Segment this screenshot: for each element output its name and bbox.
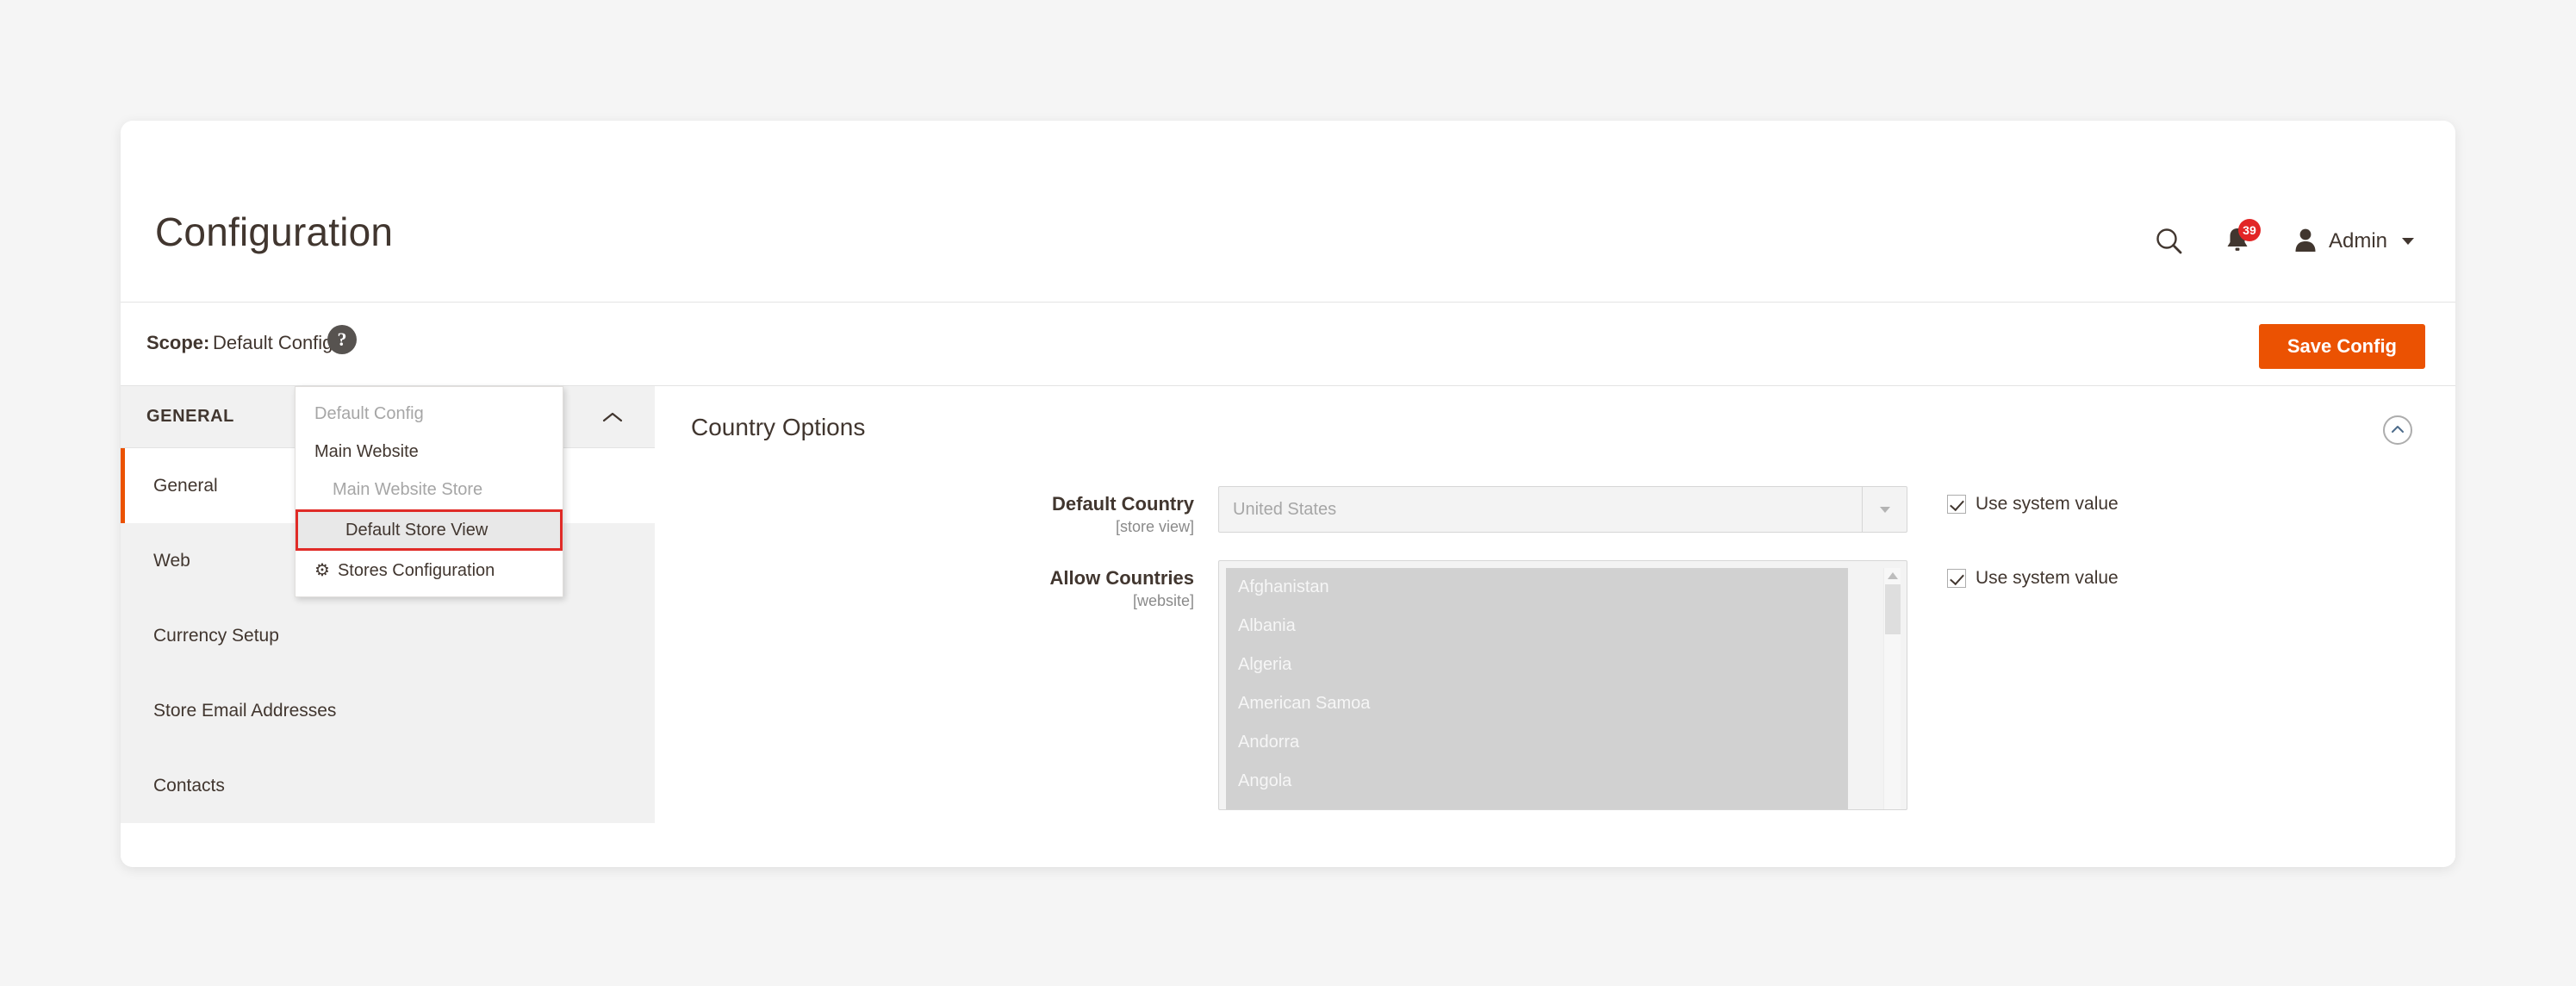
scroll-up-arrow-icon[interactable] (1887, 572, 1898, 579)
scope-bar: Scope: Default Config ? Save Config (121, 302, 2455, 386)
list-item[interactable]: Angola (1226, 762, 1848, 801)
chevron-up-circle-icon[interactable] (2383, 415, 2412, 445)
use-system-value-label: Use system value (1976, 568, 2119, 588)
field-control-allow-countries: Afghanistan Albania Algeria American Sam… (1218, 560, 1907, 810)
field-label-text: Allow Countries (1049, 567, 1194, 589)
sidebar-item-label: General (153, 475, 218, 496)
scope-option-main-website[interactable]: Main Website (296, 433, 563, 471)
sidebar-item-label: Web (153, 550, 190, 571)
default-country-select[interactable]: United States (1218, 486, 1907, 533)
field-scope-hint: [website] (1132, 592, 1194, 609)
chevron-down-icon (2402, 238, 2414, 245)
notification-count-badge: 39 (2237, 219, 2261, 241)
scope-help-icon[interactable]: ? (327, 325, 357, 354)
page-header: Configuration 39 Admin (121, 121, 2455, 302)
config-content: Country Options Default Country [store v… (655, 386, 2455, 867)
allow-countries-multiselect[interactable]: Afghanistan Albania Algeria American Sam… (1218, 560, 1907, 810)
field-row-default-country: Default Country [store view] United Stat… (655, 486, 2455, 536)
field-scope-hint: [store view] (1115, 518, 1194, 535)
gear-icon: ⚙ (314, 561, 330, 580)
sidebar-item-label: Contacts (153, 775, 225, 796)
sidebar-item-contacts[interactable]: Contacts (121, 748, 655, 823)
field-label-default-country: Default Country [store view] (691, 486, 1218, 536)
scope-option-default-store-view[interactable]: Default Store View (296, 509, 563, 551)
field-label-allow-countries: Allow Countries [website] (691, 560, 1218, 610)
user-avatar-icon (2293, 227, 2318, 257)
use-system-value-label: Use system value (1976, 494, 2119, 514)
search-icon[interactable] (2154, 226, 2185, 257)
field-label-text: Default Country (1052, 493, 1194, 515)
scope-label: Scope: (146, 332, 210, 353)
scope-current-value: Default Config (213, 332, 333, 353)
notifications-bell-icon[interactable]: 39 (2224, 219, 2261, 257)
sidebar-item-store-email-addresses[interactable]: Store Email Addresses (121, 673, 655, 748)
stores-configuration-link[interactable]: ⚙ Stores Configuration (296, 552, 563, 590)
chevron-down-icon (1862, 487, 1907, 532)
header-tools: 39 Admin (2154, 219, 2414, 257)
admin-panel-card: Configuration 39 Admin Scope: Default Co… (121, 121, 2455, 867)
use-system-value-checkbox[interactable] (1947, 495, 1966, 514)
content-header: Country Options (655, 414, 2455, 445)
default-country-value: United States (1233, 499, 1337, 519)
list-item[interactable]: Afghanistan (1226, 568, 1848, 607)
admin-user-menu[interactable]: Admin (2293, 227, 2414, 257)
use-system-value-checkbox[interactable] (1947, 569, 1966, 588)
list-item[interactable]: Anguilla (1226, 801, 1848, 809)
admin-user-name: Admin (2328, 229, 2387, 253)
use-system-value-allow-countries[interactable]: Use system value (1947, 560, 2119, 589)
list-item[interactable]: Albania (1226, 607, 1848, 646)
field-control-default-country: United States (1218, 486, 1907, 533)
scope-dropdown-menu: Default Config Main Website Main Website… (295, 386, 563, 597)
scope-option-main-website-store: Main Website Store (333, 480, 483, 499)
sidebar-item-label: Store Email Addresses (153, 700, 337, 721)
list-item[interactable]: Andorra (1226, 723, 1848, 762)
page-title: Configuration (155, 209, 394, 254)
form-area: Default Country [store view] United Stat… (655, 486, 2455, 810)
sidebar-section-title: GENERAL (146, 407, 234, 426)
save-config-button[interactable]: Save Config (2258, 324, 2425, 369)
list-item[interactable]: American Samoa (1226, 684, 1848, 723)
use-system-value-default-country[interactable]: Use system value (1947, 486, 2119, 515)
scope-option-default-config: Default Config (314, 404, 424, 423)
sidebar-item-label: Currency Setup (153, 625, 279, 646)
stores-configuration-label: Stores Configuration (337, 561, 495, 580)
allow-countries-option-list: Afghanistan Albania Algeria American Sam… (1226, 568, 1848, 809)
scrollbar-thumb[interactable] (1884, 584, 1901, 634)
list-item[interactable]: Algeria (1226, 646, 1848, 684)
field-row-allow-countries: Allow Countries [website] Afghanistan Al… (655, 560, 2455, 810)
section-title-country-options: Country Options (691, 414, 866, 440)
chevron-up-icon (601, 410, 624, 424)
sidebar-item-currency-setup[interactable]: Currency Setup (121, 598, 655, 673)
multiselect-scrollbar[interactable] (1883, 568, 1901, 809)
